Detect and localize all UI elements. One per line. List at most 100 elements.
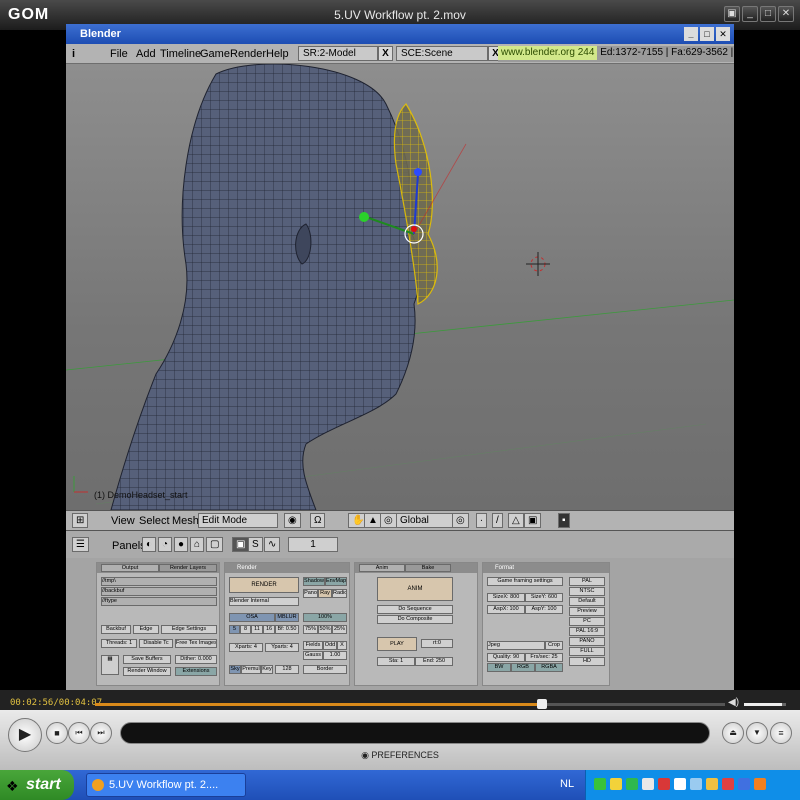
save-buffers-button[interactable]: Save Buffers — [123, 655, 171, 664]
preset-pc[interactable]: PC — [569, 617, 605, 626]
size-100-button[interactable]: 100% — [303, 613, 347, 622]
start-frame-field[interactable]: Sta: 1 — [377, 657, 415, 666]
osa-11[interactable]: 11 — [251, 625, 263, 634]
stop-icon[interactable]: ■ — [46, 722, 68, 744]
anim-icon[interactable]: S — [248, 537, 263, 552]
backbuf-button[interactable]: Backbuf — [101, 625, 131, 634]
render-window-icon[interactable]: ▦ — [101, 655, 119, 675]
preset-full[interactable]: FULL — [569, 647, 605, 656]
close-icon[interactable]: ✕ — [778, 6, 794, 22]
eject-icon[interactable]: ⏏ — [722, 722, 744, 744]
info-icon[interactable]: i — [72, 48, 75, 60]
tray-security-icon[interactable] — [722, 778, 734, 790]
tray-network-icon[interactable] — [626, 778, 638, 790]
preferences-link[interactable]: ◉ PREFERENCES — [0, 750, 800, 761]
tray-vmware-icon[interactable] — [642, 778, 654, 790]
size-25-button[interactable]: 25% — [332, 625, 347, 634]
edge-select-icon[interactable]: / — [492, 513, 503, 528]
menu-help[interactable]: Help — [266, 48, 289, 60]
path-ftype[interactable]: //ftype — [101, 597, 217, 606]
key-toggle[interactable]: Key — [261, 665, 273, 674]
crop-toggle[interactable]: Crop — [545, 641, 563, 650]
occlude-icon[interactable]: ▣ — [524, 513, 542, 528]
tab-bake[interactable]: Bake — [405, 564, 451, 572]
tray-volume-icon[interactable] — [738, 778, 750, 790]
preset-select[interactable]: Game framing settings — [487, 577, 563, 586]
screen-field[interactable]: SR:2-Model — [298, 46, 378, 61]
orientation-select[interactable]: Global — [396, 513, 456, 528]
logic-icon[interactable]: ◐ — [142, 537, 157, 552]
path-tmp[interactable]: //tmp\ — [101, 577, 217, 586]
screen-mode-icon[interactable]: ▣ — [724, 6, 740, 22]
minimize-icon[interactable]: _ — [742, 6, 758, 22]
previous-icon[interactable]: ⏮ — [68, 722, 90, 744]
tray-antivirus-icon[interactable] — [658, 778, 670, 790]
free-tex-images-button[interactable]: Free Tex Images — [175, 639, 217, 648]
edge-button[interactable]: Edge — [133, 625, 159, 634]
edge-settings-button[interactable]: Edge Settings — [161, 625, 217, 634]
blender-close-icon[interactable]: ✕ — [716, 27, 730, 41]
gizmo-y-handle[interactable] — [359, 212, 369, 222]
rgb-toggle[interactable]: RGB — [511, 663, 535, 672]
shadow-toggle[interactable]: Shadow — [303, 577, 325, 586]
blender-maximize-icon[interactable]: □ — [700, 27, 714, 41]
osa-toggle[interactable]: OSA — [229, 613, 275, 622]
scale-manip-icon[interactable]: ◎ — [380, 513, 397, 528]
tab-render-layers[interactable]: Render Layers — [159, 564, 217, 572]
menu-mesh[interactable]: Mesh — [172, 515, 199, 527]
render-icon[interactable]: ▪ — [558, 513, 570, 528]
3d-cursor[interactable] — [526, 252, 550, 276]
size-75-button[interactable]: 75% — [303, 625, 318, 634]
next-icon[interactable]: ⏭ — [90, 722, 112, 744]
render-button[interactable]: RENDER — [229, 577, 299, 593]
fps-field[interactable]: Frs/sec: 25 — [525, 653, 563, 662]
tray-alert-icon[interactable] — [706, 778, 718, 790]
threads-field[interactable]: Threads: 1 — [101, 639, 137, 648]
preset-pal169[interactable]: PAL 16:9 — [569, 627, 605, 636]
object-icon[interactable]: ⌂ — [190, 537, 205, 552]
draw-type-icon[interactable]: ◉ — [284, 513, 301, 528]
envmap-toggle[interactable]: EnvMap — [325, 577, 347, 586]
play-icon[interactable]: ▶ — [8, 718, 42, 752]
odd-toggle[interactable]: Odd — [323, 641, 337, 650]
maximize-icon[interactable]: □ — [760, 6, 776, 22]
tab-anim[interactable]: Anim — [359, 564, 405, 572]
pano-toggle[interactable]: Pano — [303, 589, 318, 598]
tray-shield-icon[interactable] — [594, 778, 606, 790]
path-backbuf[interactable]: //backbuf — [101, 587, 217, 596]
render-window-select[interactable]: Render Window — [123, 667, 171, 676]
menu-icon[interactable]: ≡ — [770, 722, 792, 744]
gizmo-z-handle[interactable] — [414, 168, 422, 176]
menu-game[interactable]: Game — [200, 48, 230, 60]
bw-toggle[interactable]: BW — [487, 663, 511, 672]
menu-view[interactable]: View — [111, 515, 135, 527]
end-frame-field[interactable]: End: 250 — [415, 657, 453, 666]
buttons-editor-icon[interactable]: ☰ — [72, 537, 89, 552]
proportional-icon[interactable]: ◎ — [452, 513, 469, 528]
gauss-select[interactable]: Gauss — [303, 651, 323, 660]
seek-thumb[interactable] — [537, 699, 548, 709]
bf-field[interactable]: Bf: 0.50 — [275, 625, 299, 634]
size-50-button[interactable]: 50% — [318, 625, 332, 634]
dither-field[interactable]: Dither: 0.000 — [175, 655, 217, 664]
3d-viewport[interactable] — [66, 64, 734, 510]
editor-type-icon[interactable]: ⊞ — [72, 513, 89, 528]
radio-toggle[interactable]: Radio — [332, 589, 347, 598]
editing-icon[interactable]: ▢ — [206, 537, 224, 552]
do-composite-toggle[interactable]: Do Composite — [377, 615, 453, 624]
sky-toggle[interactable]: Sky — [229, 665, 241, 674]
blender-minimize-icon[interactable]: _ — [684, 27, 698, 41]
scene-icon[interactable]: ▣ — [232, 537, 250, 552]
playlist-icon[interactable]: ▼ — [746, 722, 768, 744]
xparts-field[interactable]: Xparts: 4 — [229, 643, 263, 652]
ray-toggle[interactable]: Ray — [318, 589, 332, 598]
disable-tc-button[interactable]: Disable Tc — [139, 639, 173, 648]
menu-render[interactable]: Render — [230, 48, 266, 60]
head-mesh[interactable] — [110, 64, 420, 510]
pivot-icon[interactable]: Ω — [310, 513, 326, 528]
preset-default[interactable]: Default — [569, 597, 605, 606]
osa-8[interactable]: 8 — [240, 625, 251, 634]
engine-select[interactable]: Blender Internal — [229, 597, 299, 606]
tray-monitor-icon[interactable] — [690, 778, 702, 790]
tab-output[interactable]: Output — [101, 564, 159, 572]
